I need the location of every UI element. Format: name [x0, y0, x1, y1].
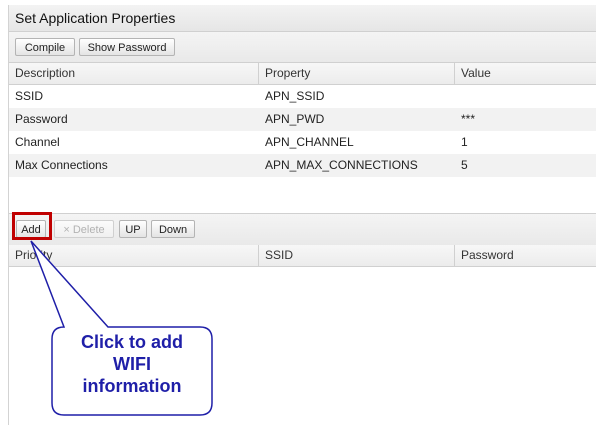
callout-line: WIFI	[113, 354, 151, 374]
callout-line: information	[82, 376, 182, 396]
callout-text: Click to add WIFI information	[52, 331, 212, 397]
callout-line: Click to add	[80, 332, 183, 352]
